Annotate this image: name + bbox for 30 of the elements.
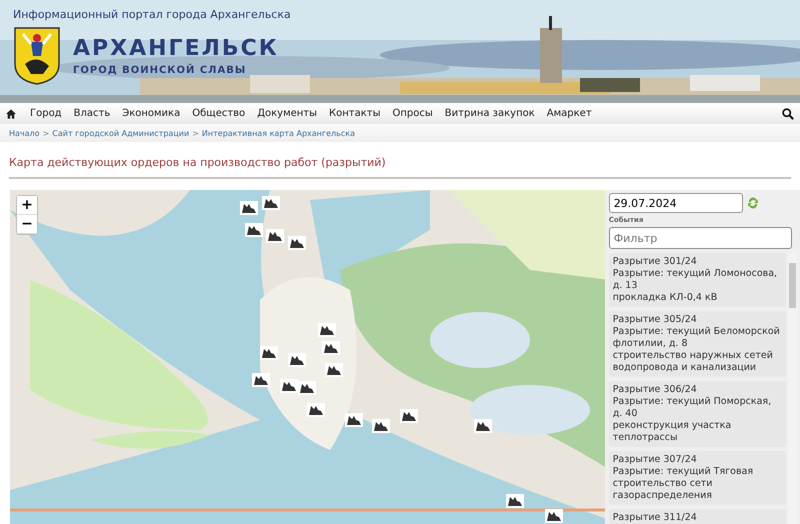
coat-of-arms-icon[interactable]: [13, 26, 61, 86]
breadcrumb-link[interactable]: Сайт городской Администрации: [52, 128, 190, 138]
scrollbar[interactable]: [788, 253, 797, 524]
city-motto: ГОРОД ВОИНСКОЙ СЛАВЫ: [73, 65, 248, 76]
nav-link[interactable]: Общество: [192, 108, 246, 119]
event-item[interactable]: Разрытие 311/24: [608, 509, 786, 524]
nav-link[interactable]: Амаркет: [546, 108, 592, 119]
breadcrumb-separator: >: [42, 128, 50, 138]
city-name[interactable]: АРХАНГЕЛЬСК: [73, 36, 279, 61]
event-item[interactable]: Разрытие 306/24 Разрытие: текущий Поморская, д. 40 реконструкция участка теплотрассы: [608, 381, 786, 447]
nav-link[interactable]: Документы: [257, 108, 318, 119]
search-icon[interactable]: [782, 108, 794, 120]
breadcrumb-separator: >: [192, 128, 199, 138]
portal-title: Информационный портал города Архангельска: [13, 8, 292, 23]
page-title: Карта действующих ордеров на производство работ (разрытий): [9, 156, 791, 179]
nav-link[interactable]: Экономика: [122, 108, 180, 119]
nav-link[interactable]: Опросы: [392, 108, 433, 119]
date-field[interactable]: 29.07.2024: [608, 193, 743, 213]
event-item[interactable]: Разрытие 305/24 Разрытие: текущий Беломорской флотилии, д. 8 строительство наружных сетей водопровода и канализации: [608, 311, 786, 377]
nav-link[interactable]: Витрина закупок: [444, 108, 535, 119]
event-item[interactable]: Разрытие 307/24 Разрытие: текущий Тяговая строительство сети газораспределения: [608, 451, 786, 505]
zoom-in-button[interactable]: +: [17, 196, 37, 215]
nav-link[interactable]: Власть: [74, 108, 110, 119]
home-icon[interactable]: [6, 108, 16, 118]
nav-link[interactable]: Город: [30, 108, 62, 119]
breadcrumb-link[interactable]: Начало: [9, 128, 40, 138]
nav-link[interactable]: Контакты: [329, 108, 381, 119]
event-item[interactable]: Разрытие 301/24 Разрытие: текущий Ломоносова, д. 13 прокладка КЛ-0,4 кВ: [608, 253, 786, 307]
filter-field[interactable]: Фильтр: [608, 227, 792, 249]
breadcrumb-link[interactable]: Интерактивная карта Архангельска: [202, 128, 355, 138]
